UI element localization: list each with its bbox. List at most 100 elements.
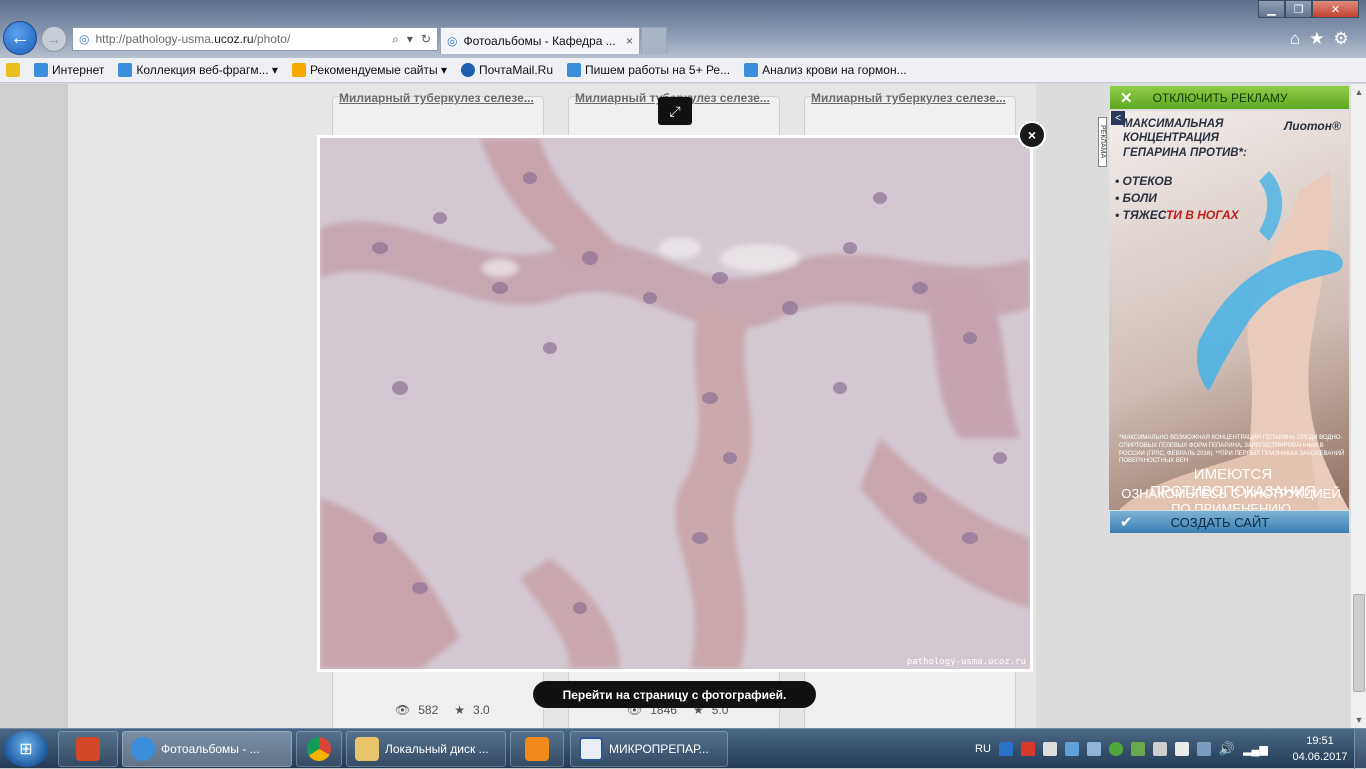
taskbar-chrome[interactable] xyxy=(296,731,342,767)
home-icon[interactable]: ⌂ xyxy=(1290,29,1300,49)
address-bar[interactable]: ◎ http://pathology-usma. ucoz.ru/photo/ ⌕… xyxy=(72,27,438,51)
language-indicator[interactable]: RU xyxy=(975,743,991,755)
ad-banner[interactable]: МАКСИМАЛЬНАЯ КОНЦЕНТРАЦИЯ ГЕПАРИНА ПРОТИ… xyxy=(1109,111,1349,510)
refresh-icon[interactable]: ↻ xyxy=(421,32,431,47)
scroll-down-icon[interactable]: ▼ xyxy=(1351,712,1366,728)
ad-instructions: ОЗНАКОМЬТЕСЬ С ИНСТРУКЦИЕЙ ПО ПРИМЕНЕНИЮ xyxy=(1121,486,1341,510)
web-page: Милиарный туберкулез селезе... 👁 582 ★ 3.0… xyxy=(0,84,1366,728)
close-window-button[interactable]: ✕ xyxy=(1312,0,1359,18)
mail-icon xyxy=(461,63,475,77)
usb-icon[interactable] xyxy=(1042,742,1057,756)
arrow-right-icon: → xyxy=(47,31,61,47)
signal-icon[interactable]: ▂▄▆ xyxy=(1243,743,1268,756)
update-icon[interactable] xyxy=(1130,742,1145,756)
taskbar: ⊞ Фотоальбомы - ... Локальный диск ... М… xyxy=(0,728,1366,769)
scroll-thumb[interactable] xyxy=(1353,594,1365,692)
clock[interactable]: 19:51 04.06.2017 xyxy=(1290,733,1350,765)
ad-info-icon[interactable]: < xyxy=(1111,111,1125,125)
minimize-button[interactable]: ▁ xyxy=(1258,0,1285,18)
system-tray: RU 🔊 ▂▄▆ xyxy=(975,729,1268,769)
url-prefix: http://pathology-usma. xyxy=(95,32,215,46)
ad-list: • ОТЕКОВ • БОЛИ • ТЯЖЕСТИ В НОГАХ xyxy=(1115,173,1239,223)
taskbar-word-document[interactable]: МИКРОПРЕПАР... xyxy=(570,731,728,767)
fav-essays[interactable]: Пишем работы на 5+ Ре... xyxy=(567,63,730,77)
torrent-icon[interactable] xyxy=(1108,742,1123,756)
ad-headline: МАКСИМАЛЬНАЯ КОНЦЕНТРАЦИЯ ГЕПАРИНА ПРОТИ… xyxy=(1123,118,1247,159)
action-center-icon[interactable] xyxy=(1174,742,1189,756)
chrome-icon xyxy=(307,737,331,761)
watermark: pathology-usma.ucoz.ru xyxy=(906,657,1026,667)
maximize-button[interactable]: ❐ xyxy=(1285,0,1312,18)
browser-window: ← → ◎ http://pathology-usma. ucoz.ru/phot… xyxy=(0,0,1366,728)
new-tab-button[interactable] xyxy=(641,27,667,54)
check-icon: ✔ xyxy=(1120,514,1133,531)
photo-card-title[interactable]: Милиарный туберкулез селезе... xyxy=(811,91,1011,105)
fav-internet[interactable]: Интернет xyxy=(34,63,104,77)
antivirus-icon[interactable] xyxy=(1020,742,1035,756)
eye-icon: 👁 xyxy=(395,703,411,717)
star-icon: ★ xyxy=(454,703,466,717)
ad-panel: ✕ ОТКЛЮЧИТЬ РЕКЛАМУ МАКСИМАЛЬНАЯ КОНЦЕНТР… xyxy=(1100,84,1352,728)
show-desktop-button[interactable] xyxy=(1354,729,1366,769)
ie-icon xyxy=(34,63,48,77)
ie-icon xyxy=(567,63,581,77)
search-icon[interactable]: ⌕ xyxy=(392,32,399,47)
windows-logo-icon: ⊞ xyxy=(19,741,33,758)
arrow-left-icon: ← xyxy=(10,26,30,49)
fullscreen-button[interactable]: ⤢ xyxy=(658,97,692,125)
ie-icon xyxy=(131,737,155,761)
close-icon: × xyxy=(1027,127,1037,143)
gear-icon[interactable]: ⚙ xyxy=(1334,29,1349,49)
tab-photoalbums[interactable]: ◎ Фотоальбомы - Кафедра ... × xyxy=(440,27,640,54)
fav-blood-test[interactable]: Анализ крови на гормон... xyxy=(744,63,907,77)
tab-favicon-icon: ◎ xyxy=(447,34,458,48)
media-player-icon xyxy=(525,737,549,761)
fav-mail-ru[interactable]: ПочтаMail.Ru xyxy=(461,63,553,77)
favorites-add-icon[interactable] xyxy=(6,63,20,77)
ie-icon xyxy=(744,63,759,77)
ie-icon xyxy=(118,63,133,77)
back-button[interactable]: ← xyxy=(3,21,37,55)
network-share-icon[interactable] xyxy=(1064,742,1079,756)
close-lightbox-button[interactable]: × xyxy=(1018,121,1046,149)
volume-icon[interactable]: 🔊 xyxy=(1219,741,1235,757)
taskbar-explorer[interactable]: Локальный диск ... xyxy=(346,731,506,767)
view-count: 582 xyxy=(418,703,439,717)
ad-marker: РЕКЛАМА xyxy=(1098,117,1107,167)
micrograph-photo[interactable]: pathology-usma.ucoz.ru xyxy=(317,135,1033,672)
fav-webslice-gallery[interactable]: Коллекция веб-фрагм... ▾ xyxy=(118,63,278,77)
ad-brand: Лиотон® xyxy=(1284,119,1341,133)
favorites-star-icon[interactable]: ★ xyxy=(1309,29,1324,49)
monitor-icon[interactable] xyxy=(1086,742,1101,756)
vertical-scrollbar[interactable]: ▲ ▼ xyxy=(1350,84,1366,728)
photo-card-title[interactable]: Милиарный туберкулез селезе... xyxy=(339,91,539,105)
display-icon[interactable] xyxy=(1196,742,1211,756)
url-path: /photo/ xyxy=(253,32,291,46)
taskbar-media-player[interactable] xyxy=(510,731,564,767)
expand-icon: ⤢ xyxy=(669,102,681,119)
goto-photo-page-button[interactable]: Перейти на страницу с фотографией. xyxy=(533,681,816,708)
clock-time: 19:51 xyxy=(1306,735,1334,747)
micrograph-image xyxy=(320,138,1030,669)
tab-close-icon[interactable]: × xyxy=(626,34,633,48)
dropdown-icon[interactable]: ▾ xyxy=(407,32,413,47)
folder-icon xyxy=(355,737,379,761)
ad-list-item: • БОЛИ xyxy=(1115,190,1157,205)
ad-list-item: • ОТЕКОВ xyxy=(1115,174,1173,188)
bing-icon xyxy=(291,63,306,77)
favorites-bar: Интернет Коллекция веб-фрагм... ▾ Рекоме… xyxy=(0,58,1366,83)
taskbar-ie-photoalbums[interactable]: Фотоальбомы - ... xyxy=(122,731,292,767)
create-site-button[interactable]: ✔ СОЗДАТЬ САЙТ xyxy=(1110,511,1349,533)
taskbar-powerpoint[interactable] xyxy=(58,731,118,767)
clock-date: 04.06.2017 xyxy=(1292,751,1348,763)
bluetooth-icon[interactable] xyxy=(998,742,1013,756)
start-button[interactable]: ⊞ xyxy=(4,731,48,767)
fav-suggested-sites[interactable]: Рекомендуемые сайты ▾ xyxy=(291,63,447,77)
word-icon xyxy=(579,737,603,761)
disable-ads-button[interactable]: ✕ ОТКЛЮЧИТЬ РЕКЛАМУ xyxy=(1110,86,1349,109)
scroll-up-icon[interactable]: ▲ xyxy=(1351,84,1366,100)
forward-button[interactable]: → xyxy=(41,26,67,52)
url-host: ucoz.ru xyxy=(214,32,254,46)
tools-icon[interactable] xyxy=(1152,742,1167,756)
rating: 3.0 xyxy=(473,703,490,717)
